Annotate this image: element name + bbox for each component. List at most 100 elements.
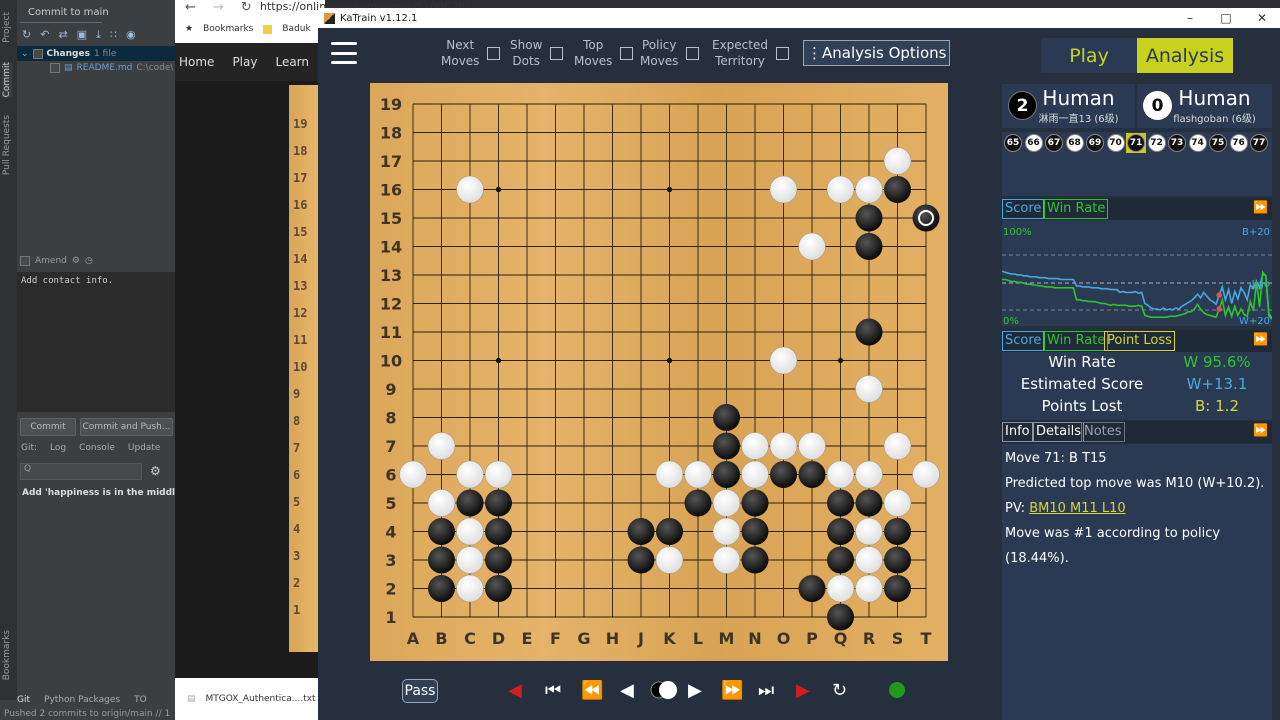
download-icon[interactable]: ⤓ [96,28,101,42]
move-node[interactable]: 76 [1229,134,1248,152]
move-node[interactable]: 68 [1065,134,1084,152]
rotate-players-icon[interactable] [648,680,678,700]
refresh-icon[interactable]: ↻ [22,28,31,42]
move-node[interactable]: 70 [1106,134,1125,152]
score-winrate-graph[interactable]: 100% B+20 Jigo 0% W+20 [1001,220,1273,327]
site-nav-play[interactable]: Play [232,55,257,69]
first-move-icon[interactable]: ⏮ [545,680,561,701]
bookmarks-link[interactable]: Bookmarks [203,24,253,34]
shelve-icon[interactable]: ▣ [77,28,87,42]
ide-tab-project[interactable]: Project [2,12,12,43]
bottom-tab-todo[interactable]: TO [134,695,147,705]
commit-message-field[interactable]: Add contact info. [17,272,175,412]
close-icon[interactable]: ✕ [1244,8,1280,28]
git-tab-log[interactable]: Log [50,443,66,453]
move-node[interactable]: 74 [1188,134,1207,152]
bottom-tab-python-packages[interactable]: Python Packages [44,695,120,705]
bookmark-baduk[interactable]: Baduk [282,24,310,34]
bottom-tab-git[interactable]: Git [17,695,30,705]
back-one-icon[interactable]: ◀ [620,680,634,701]
eye-icon[interactable]: ◉ [126,28,136,42]
go-board-canvas[interactable]: 19 18 17 16 15 14 13 12 11 10 9 8 7 6 5 4 3 2 1A B C D E F G H J K L… [370,83,948,661]
chevron-down-icon[interactable]: ⌄ [21,49,29,59]
move-node[interactable]: 73 [1168,134,1186,152]
ide-tab-pull-requests[interactable]: Pull Requests [2,115,12,175]
analysis-mode-button[interactable]: Analysis [1137,38,1233,73]
back-icon[interactable]: ← [185,0,196,15]
site-nav-home[interactable]: Home [179,55,214,69]
move-node[interactable]: 66 [1024,134,1043,152]
file-checkbox[interactable] [50,63,60,73]
gear-icon[interactable]: ⚙ [72,256,80,266]
log-entry[interactable]: Add 'happiness is in the middle' m [18,488,175,498]
go-board[interactable]: 19 18 17 16 15 14 13 12 11 10 9 8 7 6 5 4 3 2 1 A B C D E F G H J K L… [370,83,948,661]
move-node[interactable]: 65 [1004,134,1022,152]
pv-link[interactable]: BM10 M11 L10 [1029,501,1125,516]
diff-icon[interactable]: ⇄ [58,28,67,42]
move-tree[interactable]: 65 66 67 68 69 70 71 72 73 74 75 76 77 [1002,132,1272,196]
info-tab-details[interactable]: Details [1033,422,1085,442]
changed-file[interactable]: ▤ README.md C:\code\ [50,63,173,73]
move-node[interactable]: 67 [1045,134,1063,152]
forward-ten-icon[interactable]: ⏩ [721,680,743,701]
info-tab-info[interactable]: Info [1002,422,1033,442]
white-player-card[interactable]: 0 Human flashgoban (6级) [1137,84,1272,128]
graph-tab-score[interactable]: Score [1002,199,1045,219]
move-node[interactable]: 69 [1086,134,1104,152]
amend-label[interactable]: Amend [35,256,67,266]
black-player-card[interactable]: 2 Human 淋雨一直13 (6级) [1002,84,1135,128]
site-nav-learn[interactable]: Learn [275,55,309,69]
play-mode-button[interactable]: Play [1041,38,1137,73]
toggle-show-dots[interactable]: Show Dots [510,37,564,69]
policy-moves-checkbox[interactable] [686,46,700,60]
commit-and-push-button[interactable]: Commit and Push... [80,418,173,436]
show-dots-checkbox[interactable] [550,46,564,60]
toggle-policy-moves[interactable]: Policy Moves [640,37,700,69]
forward-icon[interactable]: → [213,0,224,15]
rollback-icon[interactable]: ↶ [40,28,49,42]
git-tab-console[interactable]: Console [79,443,115,453]
next-mistake-icon[interactable]: ▶ [796,680,810,701]
commit-panel-title[interactable]: Commit to main [28,7,109,18]
clock-icon[interactable]: ◷ [85,256,93,266]
collapse-graph-icon[interactable]: ⏩ [1253,200,1268,214]
expected-territory-checkbox[interactable] [776,46,789,60]
next-moves-checkbox[interactable] [487,46,501,60]
stats-tab-point-loss[interactable]: Point Loss [1104,331,1175,351]
analysis-options-button[interactable]: ⋮Analysis Options [803,40,951,66]
toggle-next-moves[interactable]: Next Moves [441,37,501,69]
move-node[interactable]: 71 [1127,134,1145,152]
maximize-icon[interactable]: □ [1208,8,1244,28]
prev-mistake-icon[interactable]: ◀ [508,680,522,701]
menu-icon[interactable] [331,42,357,64]
stats-tab-score[interactable]: Score [1002,331,1045,351]
move-node[interactable]: 75 [1209,134,1227,152]
toggle-expected-territory[interactable]: Expected Territory [712,37,789,69]
minimize-icon[interactable]: – [1172,8,1208,28]
ide-tab-bookmarks[interactable]: Bookmarks [2,630,12,680]
pass-button[interactable]: Pass [402,679,438,703]
info-tab-notes[interactable]: Notes [1081,422,1125,442]
git-tab-update[interactable]: Update [128,443,161,453]
move-node[interactable]: 72 [1147,134,1166,152]
redo-analysis-icon[interactable]: ↻ [832,680,847,701]
move-node[interactable]: 77 [1250,134,1268,152]
back-ten-icon[interactable]: ⏪ [581,680,603,701]
last-move-icon[interactable]: ⏭ [758,680,774,701]
forward-one-icon[interactable]: ▶ [688,680,702,701]
changes-group[interactable]: ⌄ Changes 1 file [17,46,175,61]
stats-tab-win-rate[interactable]: Win Rate [1044,331,1109,351]
toggle-top-moves[interactable]: Top Moves [574,37,634,69]
graph-canvas[interactable]: 100% B+20 Jigo 0% W+20 [1001,220,1273,327]
download-bar[interactable]: ▤ MTGOX_Authentica....txt [175,678,325,720]
collapse-stats-icon[interactable]: ⏩ [1253,332,1268,346]
ide-tab-commit[interactable]: Commit [2,62,12,98]
commit-button[interactable]: Commit [20,418,76,436]
graph-tab-win-rate[interactable]: Win Rate [1044,199,1109,219]
log-settings-icon[interactable]: ⚙ [150,464,161,478]
collapse-info-icon[interactable]: ⏩ [1253,423,1268,437]
top-moves-checkbox[interactable] [620,46,634,60]
download-file-name[interactable]: MTGOX_Authentica....txt [206,694,316,704]
amend-checkbox[interactable] [20,256,30,266]
reload-icon[interactable]: ↻ [241,0,252,15]
